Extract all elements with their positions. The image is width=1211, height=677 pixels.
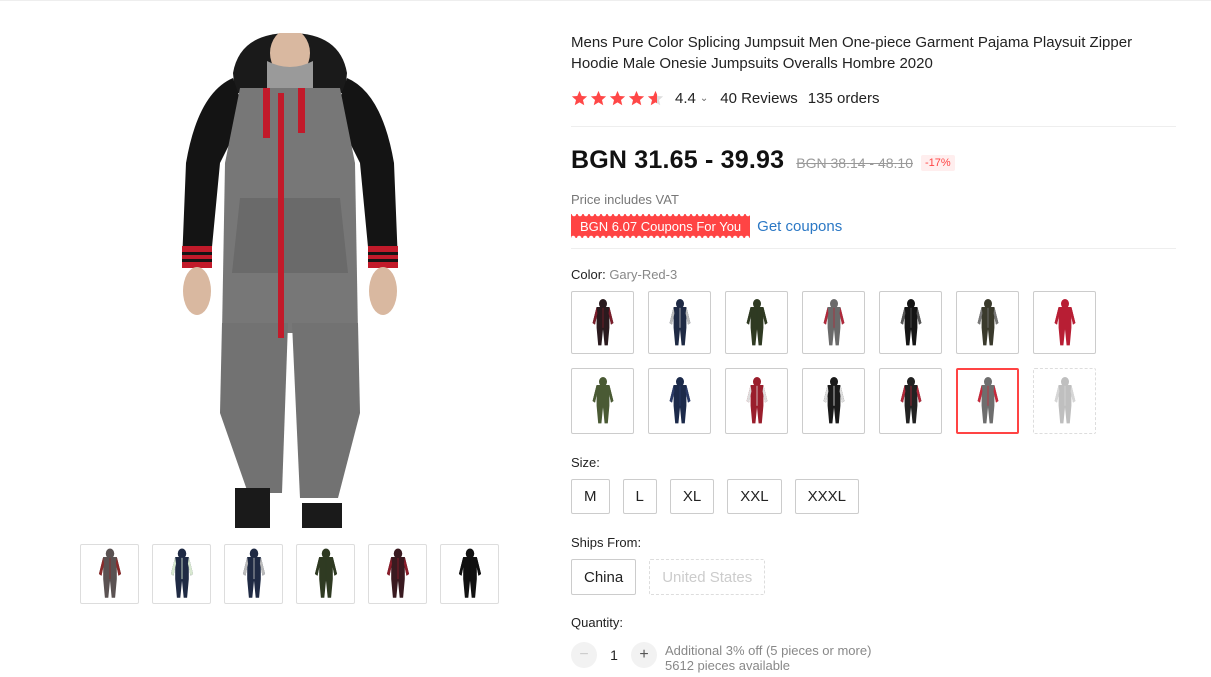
ship-option-china[interactable]: China <box>571 559 637 595</box>
jumpsuit-figure-icon <box>746 377 767 424</box>
thumbnail-strip <box>80 544 499 604</box>
size-options: M L XL XXL XXXL <box>571 479 1176 514</box>
main-product-image[interactable] <box>170 29 410 528</box>
thumbnail-5[interactable] <box>368 544 427 604</box>
size-option-xl[interactable]: XL <box>669 479 715 514</box>
jumpsuit-figure-icon <box>242 548 265 598</box>
star-icon <box>609 90 626 105</box>
jumpsuit-figure-icon <box>977 377 998 424</box>
star-icon <box>628 90 645 105</box>
selected-color-name: Gary-Red-3 <box>609 267 678 282</box>
color-swatch-grid <box>571 291 1176 434</box>
price-row: BGN 31.65 - 39.93 BGN 38.14 - 48.10 -17% <box>571 146 1176 175</box>
color-swatch-1[interactable] <box>571 291 634 354</box>
jumpsuit-figure-icon <box>458 548 481 598</box>
decrease-quantity-button[interactable]: − <box>571 642 597 668</box>
color-swatch-13[interactable] <box>956 368 1019 434</box>
star-icon <box>590 90 607 105</box>
orders-count: 135 orders <box>807 89 880 107</box>
bulk-discount-note: Additional 3% off (5 pieces or more) <box>665 643 872 658</box>
thumbnail-3[interactable] <box>224 544 283 604</box>
color-swatch-9[interactable] <box>648 368 711 434</box>
jumpsuit-figure-icon <box>669 377 690 424</box>
coupon-badge[interactable]: BGN 6.07 Coupons For You <box>571 214 751 238</box>
thumbnail-2[interactable] <box>152 544 211 604</box>
quantity-info: Additional 3% off (5 pieces or more) 561… <box>665 643 871 673</box>
rating-stars[interactable] <box>571 90 664 107</box>
size-option-m[interactable]: M <box>571 479 610 514</box>
divider <box>571 248 1176 249</box>
ship-option-united-states[interactable]: United States <box>649 559 766 595</box>
discount-badge: -17% <box>921 155 955 171</box>
color-swatch-11[interactable] <box>802 368 865 434</box>
color-swatch-3[interactable] <box>725 291 788 354</box>
jumpsuit-figure-icon <box>823 298 844 345</box>
rating-row: 4.4 ⌄ 40 Reviews 135 orders <box>571 87 1176 109</box>
jumpsuit-figure-icon <box>314 548 337 598</box>
color-swatch-14[interactable] <box>1033 368 1096 434</box>
original-price: BGN 38.14 - 48.10 <box>796 155 913 171</box>
coupon-row: BGN 6.07 Coupons For You Get coupons <box>571 214 1176 238</box>
quantity-label: Quantity: <box>571 615 624 630</box>
stock-available: 5612 pieces available <box>665 658 791 673</box>
reviews-link[interactable]: 40 Reviews <box>720 90 798 107</box>
rating-value: 4.4 <box>675 89 696 107</box>
color-label: Color: Gary-Red-3 <box>571 267 1176 282</box>
jumpsuit-figure-icon <box>669 298 690 345</box>
color-swatch-8[interactable] <box>571 368 634 434</box>
jumpsuit-figure-icon <box>98 548 121 598</box>
thumbnail-4[interactable] <box>296 544 355 604</box>
get-coupons-link[interactable]: Get coupons <box>757 218 842 235</box>
jumpsuit-figure-icon <box>900 298 921 345</box>
jumpsuit-figure-icon <box>1054 377 1075 424</box>
size-option-l[interactable]: L <box>622 479 657 514</box>
ships-from-label: Ships From: <box>571 535 642 550</box>
thumbnail-1[interactable] <box>80 544 139 604</box>
product-title: Mens Pure Color Splicing Jumpsuit Men On… <box>571 34 1133 72</box>
jumpsuit-figure-icon <box>900 377 921 424</box>
vat-note: Price includes VAT <box>571 192 679 207</box>
jumpsuit-figure-icon <box>386 548 409 598</box>
thumbnail-6[interactable] <box>440 544 499 604</box>
quantity-input[interactable]: 1 <box>597 642 631 668</box>
jumpsuit-figure-icon <box>1054 298 1075 345</box>
size-label: Size: <box>571 455 600 470</box>
color-swatch-6[interactable] <box>956 291 1019 354</box>
color-swatch-7[interactable] <box>1033 291 1096 354</box>
color-swatch-10[interactable] <box>725 368 788 434</box>
color-swatch-4[interactable] <box>802 291 865 354</box>
current-price: BGN 31.65 - 39.93 <box>571 146 785 174</box>
quantity-stepper: − 1 + Additional 3% off (5 pieces or mor… <box>571 642 1176 673</box>
jumpsuit-figure-icon <box>977 298 998 345</box>
chevron-down-icon[interactable]: ⌄ <box>700 93 708 104</box>
color-label-text: Color: <box>571 267 606 282</box>
top-border <box>0 0 1211 1</box>
divider <box>571 126 1176 127</box>
color-swatch-2[interactable] <box>648 291 711 354</box>
half-star-icon <box>647 90 664 105</box>
star-icon <box>571 90 588 105</box>
jumpsuit-figure-icon <box>823 377 844 424</box>
jumpsuit-figure-icon <box>592 377 613 424</box>
size-option-xxxl[interactable]: XXXL <box>794 479 859 514</box>
color-swatch-12[interactable] <box>879 368 942 434</box>
size-option-xxl[interactable]: XXL <box>727 479 782 514</box>
jumpsuit-figure-icon <box>170 548 193 598</box>
product-info: Mens Pure Color Splicing Jumpsuit Men On… <box>571 32 1176 673</box>
increase-quantity-button[interactable]: + <box>631 642 657 668</box>
jumpsuit-figure-icon <box>592 298 613 345</box>
color-swatch-5[interactable] <box>879 291 942 354</box>
ships-from-options: China United States <box>571 559 1176 595</box>
jumpsuit-figure-icon <box>746 298 767 345</box>
